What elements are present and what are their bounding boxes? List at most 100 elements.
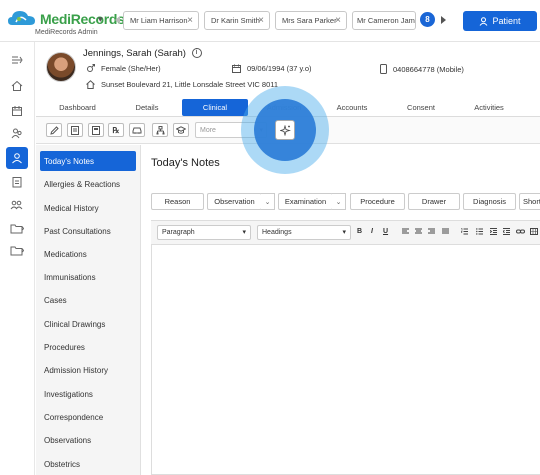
home-icon[interactable] (8, 77, 26, 95)
group-icon[interactable] (8, 196, 26, 214)
patient-tab[interactable]: Dr Karin Smith × (204, 11, 270, 30)
forms-icon[interactable] (88, 123, 104, 137)
notes-nav-investigations[interactable]: Investigations (40, 384, 136, 404)
diagnosis-button[interactable]: Diagnosis (463, 193, 516, 210)
tab-consent[interactable]: Consent (386, 99, 456, 116)
examination-dropdown-chevron-icon[interactable]: ⌄ (332, 193, 346, 210)
tab-activities[interactable]: Activities (456, 99, 522, 116)
patient-tab[interactable]: Mr Cameron James (352, 11, 416, 30)
expand-menu-icon[interactable] (8, 51, 26, 69)
tab-accounts[interactable]: Accounts (318, 99, 386, 116)
close-icon[interactable]: × (258, 15, 264, 26)
shortcuts-button[interactable]: Shortc (519, 193, 540, 210)
patient-icon[interactable] (8, 149, 26, 167)
tab-count-badge[interactable]: 8 (420, 12, 435, 27)
notes-nav-obstetrics[interactable]: Obstetrics (40, 454, 136, 474)
add-patient-button[interactable]: Patient (463, 11, 537, 31)
notes-nav-correspondence[interactable]: Correspondence (40, 407, 136, 427)
tab-dashboard[interactable]: Dashboard (40, 99, 115, 116)
indent-icon[interactable] (490, 228, 497, 235)
patient-gender: Female (She/Her) (101, 64, 161, 73)
paragraph-style-select[interactable]: Paragraph ▾ (157, 225, 251, 240)
outdent-icon[interactable] (503, 228, 510, 235)
folder-open-icon[interactable] (8, 241, 26, 259)
notes-nav-immunisations[interactable]: Immunisations (40, 267, 136, 287)
patient-tab-label: Mr Liam Harrison (130, 16, 188, 25)
brand-chevron-down-icon[interactable]: ▾ (98, 14, 103, 25)
patient-tab[interactable]: Mr Liam Harrison × (123, 11, 199, 30)
notes-nav-observations[interactable]: Observations (40, 430, 136, 450)
address-row: Sunset Boulevard 21, Little Lonsdale Str… (86, 80, 278, 89)
patient-address: Sunset Boulevard 21, Little Lonsdale Str… (101, 80, 279, 89)
more-select-placeholder: More (200, 126, 216, 134)
person-icon (479, 16, 488, 26)
notes-nav-procedures[interactable]: Procedures (40, 337, 136, 357)
align-center-icon[interactable] (415, 228, 422, 235)
patient-tab-label: Mr Cameron James (357, 16, 415, 25)
mobile-phone-icon (380, 64, 387, 74)
notes-nav-allergies[interactable]: Allergies & Reactions (40, 174, 136, 194)
tabs-next-arrow-icon[interactable] (439, 15, 447, 25)
observation-button[interactable]: Observation (207, 193, 262, 210)
align-justify-icon[interactable] (442, 228, 449, 235)
bullet-list-icon[interactable] (476, 228, 483, 235)
italic-button[interactable]: I (371, 228, 373, 235)
paragraph-label: Paragraph (162, 229, 195, 236)
headings-select[interactable]: Headings ▾ (257, 225, 351, 240)
notes-nav-todays-notes[interactable]: Today's Notes (40, 151, 136, 171)
tabs-prev-arrow-icon[interactable] (114, 15, 122, 25)
info-icon[interactable]: i (191, 48, 202, 59)
link-icon[interactable] (516, 228, 525, 235)
page-title: Today's Notes (151, 157, 220, 169)
observation-dropdown-chevron-icon[interactable]: ⌄ (261, 193, 275, 210)
calendar-icon[interactable] (8, 102, 26, 120)
patient-avatar (46, 52, 76, 82)
close-icon[interactable]: × (187, 15, 193, 26)
align-right-icon[interactable] (428, 228, 435, 235)
brand-name: MediRecords (40, 11, 125, 27)
medirecords-logo-icon (7, 8, 37, 30)
procedure-button[interactable]: Procedure (350, 193, 405, 210)
notes-nav-medications[interactable]: Medications (40, 244, 136, 264)
phone-row: 0408664778 (Mobile) (380, 64, 464, 74)
vehicle-icon[interactable] (129, 123, 145, 137)
brand-subtitle: MediRecords Admin (35, 29, 98, 36)
gender-icon (86, 64, 95, 73)
patient-button-label: Patient (492, 16, 521, 26)
sparkle-icon (279, 124, 291, 136)
ordered-list-icon[interactable] (461, 228, 468, 235)
notes-nav-medical-history[interactable]: Medical History (40, 198, 136, 218)
patient-tab-label: Dr Karin Smith (211, 16, 260, 25)
drawer-button[interactable]: Drawer (408, 193, 460, 210)
align-left-icon[interactable] (402, 228, 409, 235)
education-icon[interactable] (173, 123, 189, 137)
notes-nav-cases[interactable]: Cases (40, 290, 136, 310)
edit-note-icon[interactable] (46, 123, 62, 137)
tab-clinical[interactable]: Clinical (182, 99, 248, 116)
notes-nav-past-consultations[interactable]: Past Consultations (40, 221, 136, 241)
dob-row: 09/06/1994 (37 y.o) (232, 64, 312, 73)
notes-nav-clinical-drawings[interactable]: Clinical Drawings (40, 314, 136, 334)
ai-assist-button[interactable] (275, 120, 295, 140)
patient-name-row: Jennings, Sarah (Sarah) i (83, 48, 202, 59)
home-icon (86, 80, 95, 89)
document-icon[interactable] (67, 123, 83, 137)
gender-row: Female (She/Her) (86, 64, 161, 73)
prescription-icon[interactable]: ℞ (108, 123, 124, 137)
patient-phone: 0408664778 (Mobile) (393, 64, 464, 74)
patient-tab[interactable]: Mrs Sara Parker × (275, 11, 347, 30)
tab-details[interactable]: Details (112, 99, 182, 116)
notes-nav-admission-history[interactable]: Admission History (40, 360, 136, 380)
hierarchy-icon[interactable] (152, 123, 168, 137)
clipboard-icon[interactable] (8, 173, 26, 191)
underline-button[interactable]: U (383, 228, 388, 235)
examination-button[interactable]: Examination (278, 193, 333, 210)
patient-name: Jennings, Sarah (Sarah) (83, 48, 186, 59)
close-icon[interactable]: × (335, 15, 341, 26)
table-icon[interactable] (530, 228, 538, 235)
note-editor[interactable] (151, 220, 540, 475)
reason-button[interactable]: Reason (151, 193, 204, 210)
users-icon[interactable] (8, 124, 26, 142)
bold-button[interactable]: B (357, 228, 362, 235)
folder-icon[interactable] (8, 219, 26, 237)
